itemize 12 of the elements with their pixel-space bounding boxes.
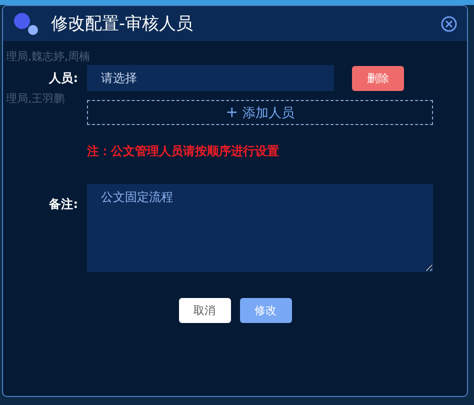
- bubbles-icon: [13, 12, 39, 36]
- add-person-button[interactable]: + 添加人员: [87, 100, 433, 125]
- field-label: 备注:: [48, 196, 78, 213]
- field-label: 人员:: [48, 70, 78, 86]
- background-text: 理局,魏志婷,周楠: [6, 49, 90, 64]
- dialog-button[interactable]: 取消: [178, 298, 230, 323]
- remark-field[interactable]: 公文固定流程: [87, 184, 433, 272]
- dialog-title: 修改配置-审核人员: [51, 13, 194, 35]
- close-icon[interactable]: [441, 16, 457, 32]
- person-select[interactable]: 请选择: [87, 65, 334, 91]
- note-text: 注：公文管理人员请按顺序进行设置: [87, 143, 279, 160]
- background-text: 理局,王羽鹏: [6, 91, 64, 106]
